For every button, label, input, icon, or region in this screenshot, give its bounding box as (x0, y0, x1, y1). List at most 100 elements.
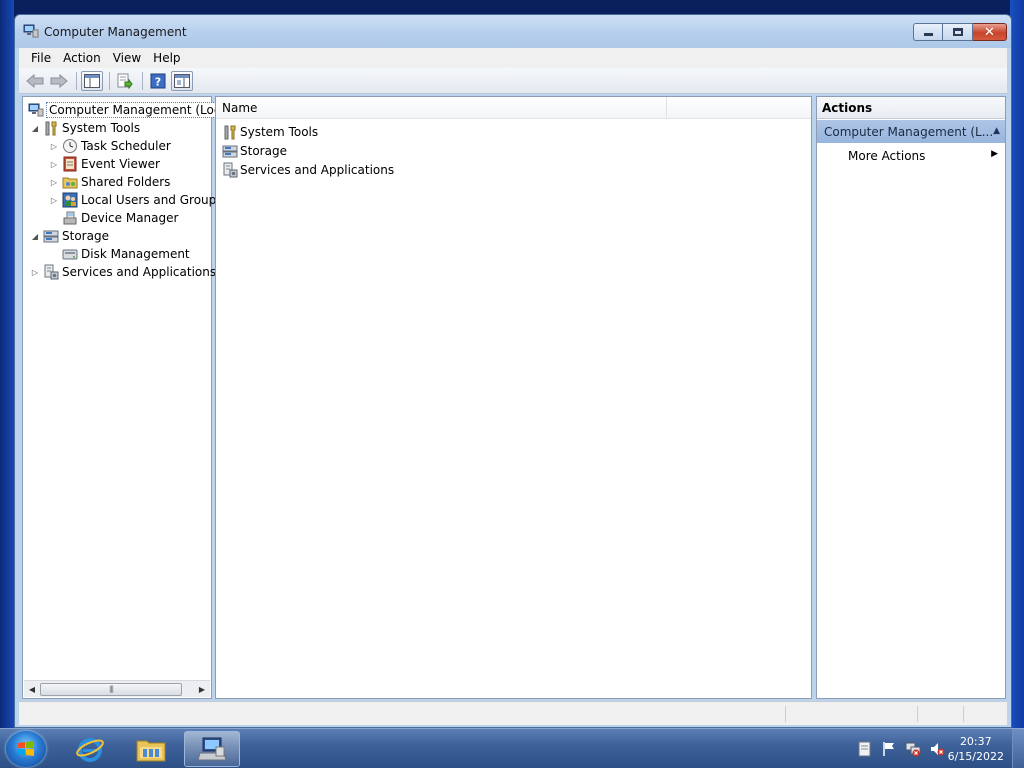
tree-item-root[interactable]: Computer Management (Local (26, 101, 235, 119)
list-item-label: System Tools (240, 125, 319, 139)
show-hide-console-tree-button[interactable] (81, 70, 103, 91)
computer-management-icon (28, 102, 44, 118)
list-item-label: Storage (240, 144, 287, 158)
device-manager-icon (62, 210, 78, 226)
forward-button[interactable] (48, 71, 70, 91)
maximize-icon (952, 28, 963, 36)
menu-help[interactable]: Help (149, 51, 188, 65)
expand-triangle-icon[interactable]: ▷ (29, 268, 41, 277)
storage-icon (222, 143, 238, 159)
title-bar[interactable]: Computer Management ✕ (15, 15, 1011, 48)
tree-item-label: System Tools (62, 121, 141, 135)
help-icon: ? (150, 73, 166, 88)
export-list-button[interactable] (114, 71, 136, 91)
close-button[interactable]: ✕ (973, 23, 1007, 41)
expand-triangle-icon[interactable]: ▷ (48, 196, 60, 205)
svg-text:?: ? (155, 75, 161, 88)
status-divider (785, 706, 786, 722)
list-item-label: Services and Applications (240, 163, 395, 177)
folder-icon (136, 740, 166, 762)
back-arrow-icon (26, 73, 44, 88)
submenu-arrow-icon: ▶ (991, 149, 998, 159)
console-tree-pane[interactable]: Computer Management (Local ◢ System Tool… (22, 96, 235, 699)
services-icon (43, 264, 59, 280)
desktop-background-left (0, 0, 14, 728)
window-title: Computer Management (44, 25, 187, 39)
scrollbar-thumb[interactable]: ||| (40, 682, 182, 696)
clock-date: 6/15/2022 (947, 750, 1004, 763)
tree-item-shared-folders[interactable]: ▷ Shared Folders (48, 173, 170, 191)
taskbar-internet-explorer[interactable] (62, 731, 118, 767)
status-divider (963, 706, 964, 722)
toolbar-separator (109, 71, 110, 90)
taskbar-computer-management[interactable] (184, 731, 240, 767)
services-icon (222, 162, 238, 178)
expand-triangle-icon[interactable]: ▷ (48, 142, 60, 151)
expand-triangle-icon[interactable]: ▷ (48, 178, 60, 187)
network-disconnected-icon[interactable] (904, 740, 922, 758)
tree-item-label: Device Manager (81, 211, 179, 225)
tree-item-label: Storage (62, 229, 109, 243)
tree-item-label: Computer Management (Local (45, 102, 235, 118)
menu-bar: File Action View Help (19, 48, 1007, 68)
show-desktop-button[interactable] (1012, 729, 1024, 768)
menu-file[interactable]: File (27, 51, 59, 65)
back-button[interactable] (24, 71, 46, 91)
scroll-right-icon[interactable]: ▶ (194, 685, 210, 694)
storage-icon (43, 228, 59, 244)
collapse-up-icon[interactable]: ▲ (993, 126, 1000, 136)
flag-icon[interactable] (880, 740, 898, 758)
tree-item-device-manager[interactable]: Device Manager (48, 209, 178, 227)
list-item-system-tools[interactable]: System Tools (222, 123, 318, 141)
expand-triangle-icon[interactable]: ▷ (48, 160, 60, 169)
taskbar-clock[interactable]: 20:37 6/15/2022 (948, 734, 1004, 764)
scroll-left-icon[interactable]: ◀ (24, 685, 40, 694)
users-icon (62, 192, 78, 208)
tree-item-event-viewer[interactable]: ▷ Event Viewer (48, 155, 160, 173)
actions-pane: Actions Computer Management (L... ▲ More… (816, 96, 1006, 699)
show-hide-action-pane-button[interactable] (171, 70, 193, 91)
tree-item-label: Local Users and Groups (81, 193, 223, 207)
console-tree-icon (84, 73, 100, 88)
start-button[interactable] (6, 731, 46, 767)
tree-item-storage[interactable]: ◢ Storage (29, 227, 109, 245)
maximize-button[interactable] (943, 23, 973, 41)
action-center-icon[interactable] (856, 740, 874, 758)
more-actions-item[interactable]: More Actions (848, 149, 925, 163)
toolbar-separator (76, 71, 77, 90)
tree-item-disk-management[interactable]: Disk Management (48, 245, 190, 263)
tree-item-task-scheduler[interactable]: ▷ Task Scheduler (48, 137, 171, 155)
results-list-pane[interactable]: Name System Tools Storage Services and A… (215, 96, 812, 699)
column-divider[interactable] (666, 97, 667, 119)
column-header-name[interactable]: Name (222, 101, 257, 115)
disk-icon (62, 246, 78, 262)
computer-management-icon (197, 737, 227, 761)
tree-item-services-and-applications[interactable]: ▷ Services and Applications (29, 263, 216, 281)
forward-arrow-icon (50, 73, 68, 88)
tools-icon (43, 120, 59, 136)
tree-item-local-users-and-groups[interactable]: ▷ Local Users and Groups (48, 191, 223, 209)
list-item-services-and-applications[interactable]: Services and Applications (222, 161, 394, 179)
list-item-storage[interactable]: Storage (222, 142, 287, 160)
tree-item-label: Task Scheduler (81, 139, 171, 153)
tree-item-system-tools[interactable]: ◢ System Tools (29, 119, 140, 137)
tree-item-label: Shared Folders (81, 175, 171, 189)
taskbar-windows-explorer[interactable] (123, 731, 179, 767)
menu-action[interactable]: Action (59, 51, 109, 65)
volume-muted-icon[interactable] (928, 740, 946, 758)
internet-explorer-icon (76, 738, 104, 762)
close-icon: ✕ (984, 24, 995, 40)
tree-item-label: Event Viewer (81, 157, 160, 171)
minimize-button[interactable] (913, 23, 943, 41)
tools-icon (222, 124, 238, 140)
collapse-triangle-icon[interactable]: ◢ (29, 124, 41, 133)
toolbar: ? (19, 68, 1007, 94)
collapse-triangle-icon[interactable]: ◢ (29, 232, 41, 241)
tree-horizontal-scrollbar[interactable]: ◀ ||| ▶ (24, 680, 210, 697)
shared-folder-icon (62, 174, 78, 190)
help-button[interactable]: ? (147, 71, 169, 91)
actions-group-label: Computer Management (L... (824, 125, 994, 139)
actions-header: Actions (817, 97, 1005, 119)
menu-view[interactable]: View (109, 51, 149, 65)
actions-group-computer-management[interactable]: Computer Management (L... ▲ (817, 120, 1005, 143)
